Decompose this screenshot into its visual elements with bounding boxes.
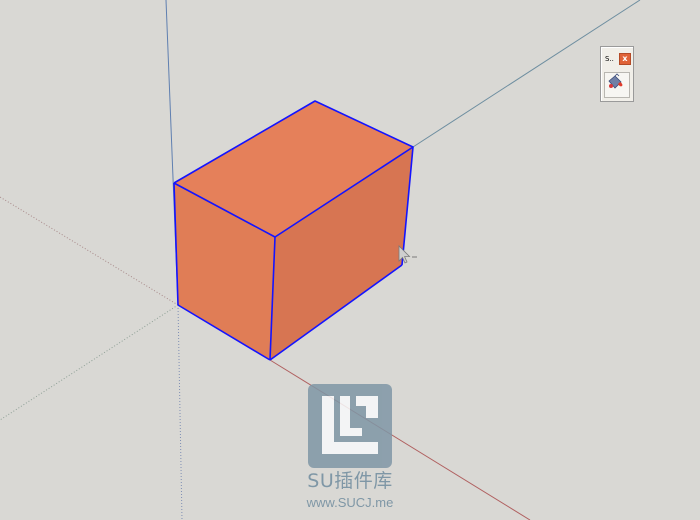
blue-axis-dashed bbox=[177, 304, 183, 520]
watermark: SU插件库 www.SUCJ.me bbox=[290, 384, 410, 514]
watermark-brand: SU插件库 bbox=[307, 470, 393, 492]
watermark-url: www.SUCJ.me bbox=[306, 495, 394, 510]
green-axis-dashed bbox=[0, 304, 179, 421]
modeling-viewport[interactable]: S.. x SU插件库 www.SUCJ.me bbox=[0, 0, 700, 520]
toolbar-title: S.. bbox=[605, 54, 614, 63]
sucj-logo-icon bbox=[308, 384, 392, 468]
close-button[interactable]: x bbox=[619, 53, 631, 65]
red-axis-dashed bbox=[0, 196, 179, 306]
paint-bucket-button[interactable] bbox=[604, 72, 630, 98]
paint-bucket-icon bbox=[608, 73, 623, 89]
floating-toolbar[interactable]: S.. x bbox=[600, 46, 634, 102]
toolbar-titlebar[interactable]: S.. x bbox=[603, 50, 631, 68]
